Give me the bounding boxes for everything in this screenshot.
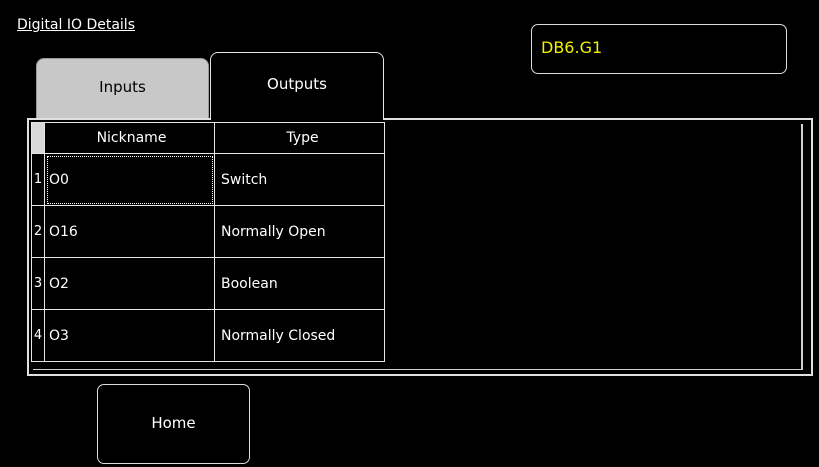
- nickname-cell[interactable]: O2: [44, 257, 215, 310]
- table-row[interactable]: 2 O16 Normally Open: [31, 205, 385, 258]
- nickname-cell[interactable]: O0: [44, 153, 215, 206]
- grid-header-row: Nickname Type: [31, 122, 385, 154]
- table-row[interactable]: 3 O2 Boolean: [31, 257, 385, 310]
- column-header-nickname[interactable]: Nickname: [44, 122, 215, 154]
- nickname-cell[interactable]: O3: [44, 309, 215, 362]
- type-cell[interactable]: Normally Closed: [214, 309, 385, 362]
- device-name: DB6.G1: [541, 38, 603, 57]
- home-button[interactable]: Home: [97, 384, 250, 464]
- type-cell[interactable]: Normally Open: [214, 205, 385, 258]
- type-cell[interactable]: Switch: [214, 153, 385, 206]
- row-number[interactable]: 3: [31, 257, 45, 310]
- outputs-grid: Nickname Type 1 O0 Switch 2 O16 Normally…: [31, 122, 385, 362]
- tab-inputs-label: Inputs: [99, 78, 146, 96]
- home-button-label: Home: [151, 414, 196, 432]
- tab-outputs[interactable]: Outputs: [210, 52, 384, 120]
- column-header-type[interactable]: Type: [214, 122, 385, 154]
- table-row[interactable]: 1 O0 Switch: [31, 153, 385, 206]
- device-name-box: DB6.G1: [531, 24, 787, 74]
- type-cell[interactable]: Boolean: [214, 257, 385, 310]
- table-row[interactable]: 4 O3 Normally Closed: [31, 309, 385, 362]
- row-number[interactable]: 4: [31, 309, 45, 362]
- tab-inputs[interactable]: Inputs: [36, 58, 209, 120]
- page-title: Digital IO Details: [17, 17, 135, 33]
- digital-io-screen: Digital IO Details DB6.G1 Inputs Outputs…: [0, 0, 819, 467]
- nickname-cell[interactable]: O16: [44, 205, 215, 258]
- tab-outputs-label: Outputs: [267, 75, 327, 93]
- grid-corner-cell[interactable]: [31, 122, 45, 154]
- row-number[interactable]: 2: [31, 205, 45, 258]
- row-number[interactable]: 1: [31, 153, 45, 206]
